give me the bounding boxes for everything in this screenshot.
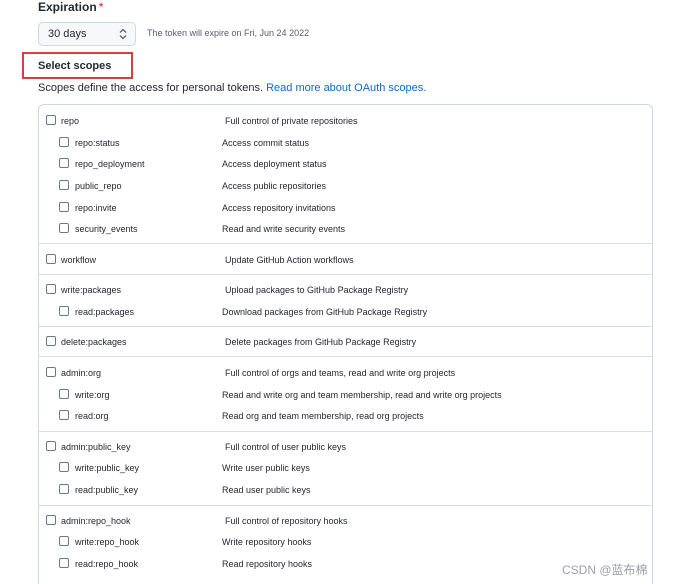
scope-row-admin-repo-hook[interactable]: admin:repo_hook Full control of reposito… <box>0 510 674 530</box>
group-divider <box>38 326 653 327</box>
scope-description: Access public repositories <box>222 181 327 191</box>
scope-name: read:org <box>75 411 109 421</box>
scope-row-repo-invite[interactable]: repo:invite Access repository invitation… <box>0 197 674 217</box>
scope-description: Read org and team membership, read org p… <box>222 411 424 421</box>
scope-name: repo_deployment <box>75 159 145 169</box>
select-caret-icon <box>119 28 127 40</box>
scope-row-write-public-key[interactable]: write:public_key Write user public keys <box>0 457 674 477</box>
scope-checkbox[interactable] <box>59 558 69 568</box>
scope-name: admin:public_key <box>61 442 131 452</box>
scope-name: write:org <box>75 390 110 400</box>
scope-row-repo-deployment[interactable]: repo_deployment Access deployment status <box>0 153 674 173</box>
group-divider <box>38 243 653 244</box>
scope-row-public-repo[interactable]: public_repo Access public repositories <box>0 175 674 195</box>
scope-row-repo-status[interactable]: repo:status Access commit status <box>0 132 674 152</box>
scope-name: public_repo <box>75 181 122 191</box>
scope-checkbox[interactable] <box>59 306 69 316</box>
scope-name: delete:packages <box>61 337 127 347</box>
scope-checkbox[interactable] <box>59 389 69 399</box>
scope-row-admin-public-key[interactable]: admin:public_key Full control of user pu… <box>0 436 674 456</box>
scope-description: Upload packages to GitHub Package Regist… <box>225 285 409 295</box>
expiration-label-text: Expiration <box>38 0 97 14</box>
group-divider <box>38 505 653 506</box>
scope-row-security-events[interactable]: security_events Read and write security … <box>0 218 674 238</box>
scope-row-write-org[interactable]: write:org Read and write org and team me… <box>0 384 674 404</box>
scope-row-workflow[interactable]: workflow Update GitHub Action workflows <box>0 249 674 269</box>
expiration-label: Expiration * <box>38 0 103 14</box>
scope-checkbox[interactable] <box>59 158 69 168</box>
scope-description: Read and write security events <box>222 224 346 234</box>
scope-checkbox[interactable] <box>59 137 69 147</box>
scope-description: Update GitHub Action workflows <box>225 255 354 265</box>
scope-name: write:repo_hook <box>75 537 140 547</box>
scope-description: Read repository hooks <box>222 559 313 569</box>
scopes-title: Select scopes <box>38 60 112 72</box>
scope-description: Access deployment status <box>222 159 327 169</box>
scope-name: admin:repo_hook <box>61 516 131 526</box>
scope-description: Access commit status <box>222 138 310 148</box>
scope-checkbox[interactable] <box>46 367 56 377</box>
expiration-select[interactable]: 30 days <box>38 22 136 46</box>
scope-row-admin-org[interactable]: admin:org Full control of orgs and teams… <box>0 362 674 382</box>
expiration-note: The token will expire on Fri, Jun 24 202… <box>147 28 310 38</box>
scope-checkbox[interactable] <box>59 223 69 233</box>
scope-row-repo[interactable]: repo Full control of private repositorie… <box>0 110 674 130</box>
required-mark: * <box>98 0 104 14</box>
scope-checkbox[interactable] <box>46 115 56 125</box>
scope-description: Full control of user public keys <box>225 442 347 452</box>
scope-description: Access repository invitations <box>222 203 336 213</box>
scopes-description: Scopes define the access for personal to… <box>38 82 426 94</box>
scope-row-write-repo-hook[interactable]: write:repo_hook Write repository hooks <box>0 531 674 551</box>
scope-checkbox[interactable] <box>46 254 56 264</box>
scope-checkbox[interactable] <box>46 441 56 451</box>
oauth-scopes-link[interactable]: Read more about OAuth scopes. <box>266 82 426 94</box>
scopes-description-text: Scopes define the access for personal to… <box>38 82 264 94</box>
scope-name: read:repo_hook <box>75 559 139 569</box>
scope-name: write:public_key <box>75 463 140 473</box>
scope-description: Write repository hooks <box>222 537 312 547</box>
scope-checkbox[interactable] <box>46 336 56 346</box>
group-divider <box>38 431 653 432</box>
scope-name: security_events <box>75 224 138 234</box>
watermark: CSDN @蓝布棉 <box>562 563 648 577</box>
scope-name: admin:org <box>61 368 102 378</box>
scope-checkbox[interactable] <box>59 410 69 420</box>
scope-row-read-packages[interactable]: read:packages Download packages from Git… <box>0 301 674 321</box>
scope-name: read:public_key <box>75 485 139 495</box>
scope-checkbox[interactable] <box>59 202 69 212</box>
expiration-select-value: 30 days <box>48 28 87 40</box>
scope-name: write:packages <box>61 285 122 295</box>
scope-description: Full control of private repositories <box>225 116 358 126</box>
scope-name: workflow <box>61 255 97 265</box>
scope-name: repo:status <box>75 138 120 148</box>
scope-description: Download packages from GitHub Package Re… <box>222 307 428 317</box>
scope-row-delete-packages[interactable]: delete:packages Delete packages from Git… <box>0 331 674 351</box>
scope-checkbox[interactable] <box>46 284 56 294</box>
group-divider <box>38 274 653 275</box>
scope-description: Read and write org and team membership, … <box>222 390 502 400</box>
scope-name: repo <box>61 116 80 126</box>
scope-name: repo:invite <box>75 203 117 213</box>
scope-checkbox[interactable] <box>59 462 69 472</box>
scope-row-read-public-key[interactable]: read:public_key Read user public keys <box>0 479 674 499</box>
scope-name: read:packages <box>75 307 135 317</box>
group-divider <box>38 356 653 357</box>
scope-checkbox[interactable] <box>59 536 69 546</box>
scope-row-read-org[interactable]: read:org Read org and team membership, r… <box>0 405 674 425</box>
scope-description: Full control of repository hooks <box>225 516 348 526</box>
scope-description: Write user public keys <box>222 463 310 473</box>
scope-checkbox[interactable] <box>46 515 56 525</box>
scope-description: Delete packages from GitHub Package Regi… <box>225 337 417 347</box>
scope-checkbox[interactable] <box>59 484 69 494</box>
scope-description: Read user public keys <box>222 485 311 495</box>
scope-description: Full control of orgs and teams, read and… <box>225 368 456 378</box>
scope-row-write-packages[interactable]: write:packages Upload packages to GitHub… <box>0 279 674 299</box>
scope-checkbox[interactable] <box>59 180 69 190</box>
